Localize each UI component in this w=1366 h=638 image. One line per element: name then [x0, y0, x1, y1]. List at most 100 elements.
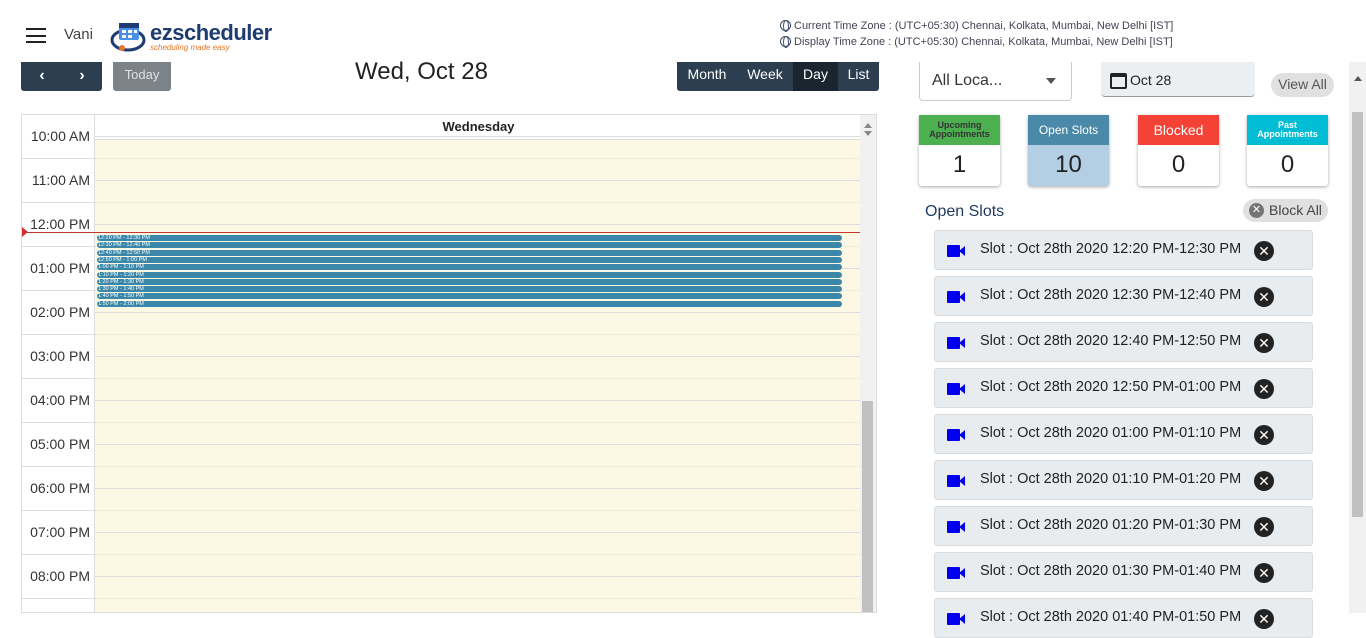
- slot-item[interactable]: Slot : Oct 28th 2020 01:20 PM-01:30 PM ✕: [934, 506, 1313, 546]
- time-divider: [22, 598, 94, 599]
- prev-button[interactable]: ‹: [27, 67, 57, 87]
- time-label: 03:00 PM: [30, 348, 90, 364]
- day-grid[interactable]: 12:20 PM - 12:30 PM 12:30 PM - 12:40 PM 12…: [94, 136, 862, 612]
- view-switcher: Month Week Day List: [677, 62, 879, 91]
- hour-line: [95, 400, 862, 401]
- time-divider: [22, 422, 94, 423]
- calendar-scrollbar[interactable]: [860, 115, 876, 612]
- time-axis: 10:00 AM 11:00 AM 12:00 PM 01:00 PM 02:00 PM…: [22, 128, 94, 612]
- location-select[interactable]: All Loca...: [919, 62, 1072, 101]
- hour-line: [95, 312, 862, 313]
- calendar-event[interactable]: 1:00 PM - 1:10 PM: [97, 264, 842, 271]
- time-divider: [22, 554, 94, 555]
- open-slots-card[interactable]: Open Slots 10: [1028, 115, 1109, 186]
- slot-item[interactable]: Slot : Oct 28th 2020 01:00 PM-01:10 PM ✕: [934, 414, 1313, 454]
- calendar-icon: [1110, 73, 1127, 89]
- menu-icon[interactable]: [26, 28, 46, 43]
- calendar-event[interactable]: 1:10 PM - 1:20 PM: [97, 271, 842, 278]
- slot-text: Slot : Oct 28th 2020 01:20 PM-01:30 PM: [980, 517, 1242, 533]
- scroll-up-arrow[interactable]: [1354, 76, 1362, 81]
- logo-icon: [110, 23, 146, 52]
- blocked-count: 0: [1171, 151, 1186, 178]
- view-all-button[interactable]: View All: [1271, 73, 1334, 97]
- remove-slot-icon[interactable]: ✕: [1254, 471, 1274, 491]
- slot-text: Slot : Oct 28th 2020 12:50 PM-01:00 PM: [980, 379, 1242, 395]
- hour-line: [95, 136, 862, 137]
- slot-item[interactable]: Slot : Oct 28th 2020 12:30 PM-12:40 PM ✕: [934, 276, 1313, 316]
- slot-item[interactable]: Slot : Oct 28th 2020 01:30 PM-01:40 PM ✕: [934, 552, 1313, 592]
- half-hour-line: [95, 202, 862, 203]
- slot-item[interactable]: Slot : Oct 28th 2020 12:50 PM-01:00 PM ✕: [934, 368, 1313, 408]
- caret-down-icon: [1046, 78, 1056, 84]
- past-appointments-card[interactable]: Past Appointments 0: [1247, 115, 1328, 186]
- scrollbar-thumb[interactable]: [862, 401, 873, 612]
- upcoming-appointments-card[interactable]: Upcoming Appointments 1: [919, 115, 1000, 186]
- calendar-event[interactable]: 1:30 PM - 1:40 PM: [97, 286, 842, 293]
- page-scrollbar[interactable]: [1349, 62, 1366, 613]
- remove-slot-icon[interactable]: ✕: [1254, 287, 1274, 307]
- time-label: 04:00 PM: [30, 392, 90, 408]
- slot-text: Slot : Oct 28th 2020 12:40 PM-12:50 PM: [980, 333, 1242, 349]
- view-month-button[interactable]: Month: [677, 62, 737, 91]
- hour-line: [95, 444, 862, 445]
- past-count: 0: [1280, 151, 1295, 178]
- view-list-button[interactable]: List: [838, 62, 879, 91]
- past-label: Past Appointments: [1247, 115, 1328, 145]
- video-camera-icon: [947, 475, 965, 487]
- half-hour-line: [95, 158, 862, 159]
- remove-slot-icon[interactable]: ✕: [1254, 379, 1274, 399]
- date-input[interactable]: Oct 28: [1101, 62, 1255, 97]
- video-camera-icon: [947, 521, 965, 533]
- remove-slot-icon[interactable]: ✕: [1254, 425, 1274, 445]
- half-hour-line: [95, 334, 862, 335]
- time-label: 12:00 PM: [30, 216, 90, 232]
- block-all-button[interactable]: ✕ Block All: [1243, 199, 1328, 222]
- calendar-event[interactable]: 12:20 PM - 12:30 PM: [97, 235, 842, 241]
- calendar-event[interactable]: 12:30 PM - 12:40 PM: [97, 242, 842, 249]
- scroll-down-arrow[interactable]: [864, 131, 872, 136]
- time-label: 11:00 AM: [31, 172, 90, 188]
- logo-tagline: scheduling made easy: [150, 43, 230, 52]
- time-divider: [22, 334, 94, 335]
- date-value: Oct 28: [1130, 72, 1172, 88]
- slot-item[interactable]: Slot : Oct 28th 2020 12:40 PM-12:50 PM ✕: [934, 322, 1313, 362]
- open-slots-count: 10: [1055, 151, 1082, 178]
- calendar-event[interactable]: 1:50 PM - 2:00 PM: [97, 300, 842, 307]
- slot-item[interactable]: Slot : Oct 28th 2020 01:10 PM-01:20 PM ✕: [934, 460, 1313, 500]
- time-label: 07:00 PM: [30, 524, 90, 540]
- today-button[interactable]: Today: [113, 62, 171, 91]
- scrollbar-thumb[interactable]: [1352, 112, 1363, 517]
- scroll-up-arrow[interactable]: [864, 123, 872, 128]
- next-button[interactable]: ›: [67, 67, 97, 87]
- time-divider: [22, 466, 94, 467]
- slot-item[interactable]: Slot : Oct 28th 2020 12:20 PM-12:30 PM ✕: [934, 230, 1313, 270]
- video-camera-icon: [947, 567, 965, 579]
- time-divider: [22, 378, 94, 379]
- remove-slot-icon[interactable]: ✕: [1254, 563, 1274, 583]
- ezscheduler-logo[interactable]: ezscheduler scheduling made easy: [110, 14, 280, 56]
- calendar-event[interactable]: 12:40 PM - 12:50 PM: [97, 249, 842, 256]
- time-divider: [22, 246, 94, 247]
- view-day-button[interactable]: Day: [793, 62, 838, 91]
- calendar-title: Wed, Oct 28: [355, 58, 488, 85]
- calendar-event[interactable]: 1:20 PM - 1:30 PM: [97, 278, 842, 285]
- calendar-event[interactable]: 12:50 PM - 1:00 PM: [97, 256, 842, 263]
- slot-text: Slot : Oct 28th 2020 12:20 PM-12:30 PM: [980, 241, 1242, 257]
- location-value: All Loca...: [932, 72, 1003, 89]
- remove-slot-icon[interactable]: ✕: [1254, 609, 1274, 629]
- time-label: 05:00 PM: [30, 436, 90, 452]
- remove-slot-icon[interactable]: ✕: [1254, 333, 1274, 353]
- calendar-event[interactable]: 1:40 PM - 1:50 PM: [97, 293, 842, 300]
- time-divider: [22, 510, 94, 511]
- slot-text: Slot : Oct 28th 2020 01:00 PM-01:10 PM: [980, 425, 1242, 441]
- current-timezone-text: Current Time Zone : (UTC+05:30) Chennai,…: [794, 20, 1174, 32]
- remove-slot-icon[interactable]: ✕: [1254, 517, 1274, 537]
- slot-item[interactable]: Slot : Oct 28th 2020 01:40 PM-01:50 PM ✕: [934, 598, 1313, 638]
- current-timezone: Current Time Zone : (UTC+05:30) Chennai,…: [780, 20, 1173, 32]
- remove-slot-icon[interactable]: ✕: [1254, 241, 1274, 261]
- blocked-card[interactable]: Blocked 0: [1138, 115, 1219, 186]
- view-week-button[interactable]: Week: [737, 62, 793, 91]
- blocked-label: Blocked: [1138, 115, 1219, 145]
- half-hour-line: [95, 466, 862, 467]
- day-calendar: Wednesday 10:00 AM 11:00 AM 12:00 PM 01:00 …: [21, 114, 877, 613]
